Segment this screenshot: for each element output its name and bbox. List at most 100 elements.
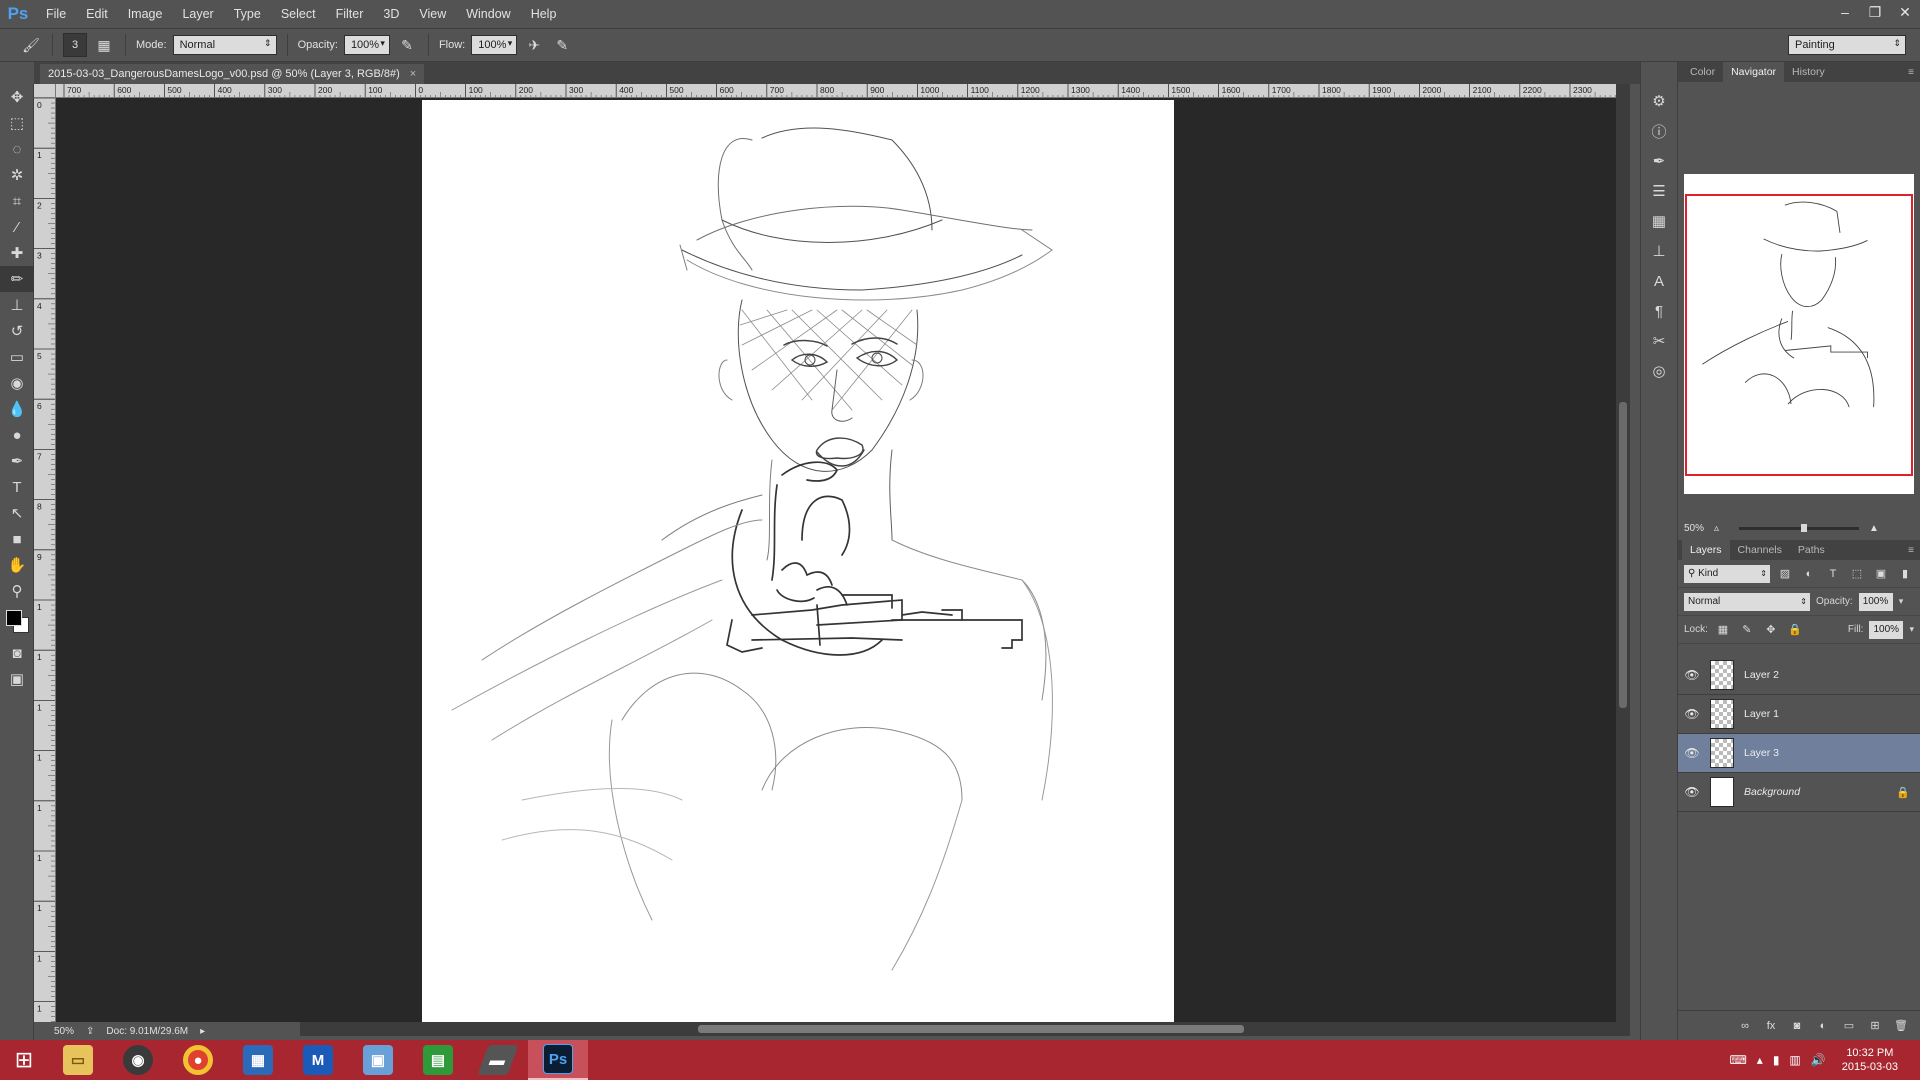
layer-name[interactable]: Layer 3 xyxy=(1744,747,1920,759)
visibility-eye-icon[interactable]: 👁 xyxy=(1678,785,1706,799)
lock-all-icon[interactable]: 🔒 xyxy=(1786,621,1804,639)
visibility-eye-icon[interactable]: 👁 xyxy=(1678,668,1706,682)
layer-row[interactable]: 👁 Background 🔒 xyxy=(1678,773,1920,812)
dropdown-arrow-icon[interactable]: ▾ xyxy=(508,38,513,49)
lasso-tool-icon[interactable]: ◌ xyxy=(0,136,34,162)
pen-tool-icon[interactable]: ✒ xyxy=(0,448,34,474)
power-icon[interactable]: ▮ xyxy=(1773,1053,1780,1067)
navigator-zoom-slider[interactable] xyxy=(1739,523,1860,532)
menu-type[interactable]: Type xyxy=(224,0,271,28)
layer-name[interactable]: Layer 1 xyxy=(1744,708,1920,720)
dropdown-arrow-icon[interactable]: ▾ xyxy=(1899,596,1904,607)
media-player-icon[interactable]: ◉ xyxy=(108,1040,168,1080)
menu-image[interactable]: Image xyxy=(118,0,173,28)
type-tool-icon[interactable]: T xyxy=(0,474,34,500)
clone-source-panel-icon[interactable]: ⊥ xyxy=(1641,236,1677,266)
brush-presets-panel-icon[interactable]: ✒ xyxy=(1641,146,1677,176)
shape-filter-icon[interactable]: ⬚ xyxy=(1848,565,1866,583)
canvas-area[interactable] xyxy=(56,98,1630,1022)
paint-bucket-tool-icon[interactable]: ◉ xyxy=(0,370,34,396)
layer-row-selected[interactable]: 👁 Layer 3 xyxy=(1678,734,1920,773)
brush-panel-toggle-icon[interactable]: ▦ xyxy=(93,34,115,56)
tab-paths[interactable]: Paths xyxy=(1790,540,1833,560)
malwarebytes-icon[interactable]: M xyxy=(288,1040,348,1080)
visibility-eye-icon[interactable]: 👁 xyxy=(1678,746,1706,760)
photoshop-taskbar-button[interactable]: Ps xyxy=(528,1040,588,1080)
delete-layer-icon[interactable]: 🗑 xyxy=(1892,1017,1910,1035)
layer-filter-kind[interactable]: ⚲ Kind ⇕ xyxy=(1684,564,1770,583)
horizontal-scroll-thumb[interactable] xyxy=(698,1025,1244,1033)
healing-brush-tool-icon[interactable]: ✚ xyxy=(0,240,34,266)
blur-tool-icon[interactable]: 💧 xyxy=(0,396,34,422)
tab-channels[interactable]: Channels xyxy=(1730,540,1790,560)
calculator-icon[interactable]: ▤ xyxy=(408,1040,468,1080)
rectangle-tool-icon[interactable]: ■ xyxy=(0,526,34,552)
adjustment-filter-icon[interactable]: ◐ xyxy=(1800,565,1818,583)
tab-history[interactable]: History xyxy=(1784,62,1833,82)
layer-name[interactable]: Background xyxy=(1744,786,1896,798)
control-panel-icon[interactable]: ▦ xyxy=(228,1040,288,1080)
marquee-tool-icon[interactable]: ⬚ xyxy=(0,110,34,136)
info-panel-icon[interactable]: ⓘ xyxy=(1641,116,1677,146)
tablet-app-icon[interactable]: ▬ xyxy=(468,1040,528,1080)
layer-style-icon[interactable]: fx xyxy=(1762,1017,1780,1035)
layer-row[interactable]: 👁 Layer 2 xyxy=(1678,656,1920,695)
menu-select[interactable]: Select xyxy=(271,0,326,28)
eraser-tool-icon[interactable]: ▭ xyxy=(0,344,34,370)
tab-layers[interactable]: Layers xyxy=(1682,540,1730,560)
layer-name[interactable]: Layer 2 xyxy=(1744,669,1920,681)
foreground-color-swatch[interactable] xyxy=(6,610,22,626)
swatches-panel-icon[interactable]: ▦ xyxy=(1641,206,1677,236)
volume-icon[interactable]: 🔊 xyxy=(1811,1053,1826,1067)
panel-menu-icon[interactable]: ≡ xyxy=(1908,67,1920,78)
smart-object-filter-icon[interactable]: ▣ xyxy=(1872,565,1890,583)
pressure-size-icon[interactable]: ✎ xyxy=(551,34,573,56)
move-tool-icon[interactable]: ✥ xyxy=(0,84,34,110)
brush-panel-icon[interactable]: ☰ xyxy=(1641,176,1677,206)
layer-opacity-input[interactable]: 100% xyxy=(1858,592,1893,611)
vertical-scrollbar[interactable] xyxy=(1616,84,1630,1022)
document-canvas[interactable] xyxy=(422,100,1174,1022)
path-selection-tool-icon[interactable]: ↖ xyxy=(0,500,34,526)
status-menu-arrow-icon[interactable]: ▸ xyxy=(200,1026,205,1037)
opacity-input[interactable]: 100% ▾ xyxy=(343,35,390,55)
keyboard-icon[interactable]: ⌨ xyxy=(1729,1053,1746,1067)
menu-help[interactable]: Help xyxy=(521,0,567,28)
close-button[interactable]: ✕ xyxy=(1890,0,1920,24)
zoom-level[interactable]: 50% xyxy=(54,1026,74,1037)
new-layer-icon[interactable]: ⊞ xyxy=(1866,1017,1884,1035)
navigator-view-box[interactable] xyxy=(1685,194,1913,476)
show-hidden-icons-icon[interactable]: ▴ xyxy=(1757,1053,1763,1067)
navigator-zoom-value[interactable]: 50% xyxy=(1684,523,1704,534)
blend-mode-select[interactable]: Normal ⇕ xyxy=(1684,592,1810,611)
navigator-preview[interactable] xyxy=(1684,174,1914,494)
menu-view[interactable]: View xyxy=(409,0,456,28)
filter-toggle-icon[interactable]: ▮ xyxy=(1896,565,1914,583)
pixel-filter-icon[interactable]: ▨ xyxy=(1776,565,1794,583)
minimize-button[interactable]: – xyxy=(1830,0,1860,24)
quick-mask-icon[interactable]: ◙ xyxy=(0,640,34,666)
adjustment-layer-icon[interactable]: ◐ xyxy=(1814,1017,1832,1035)
menu-edit[interactable]: Edit xyxy=(76,0,118,28)
network-manager-icon[interactable]: ▣ xyxy=(348,1040,408,1080)
add-mask-icon[interactable]: ◙ xyxy=(1788,1017,1806,1035)
layer-row[interactable]: 👁 Layer 1 xyxy=(1678,695,1920,734)
zoom-in-icon[interactable]: ▲ xyxy=(1869,523,1879,534)
brush-size-picker[interactable]: 3 xyxy=(63,33,87,57)
lock-image-icon[interactable]: ✎ xyxy=(1738,621,1756,639)
dropdown-arrow-icon[interactable]: ▾ xyxy=(380,38,385,49)
fill-input[interactable]: 100% xyxy=(1869,620,1904,639)
horizontal-scrollbar[interactable] xyxy=(300,1022,1630,1036)
clone-stamp-tool-icon[interactable]: ⊥ xyxy=(0,292,34,318)
brush-tool-preset-icon[interactable]: 🖌 xyxy=(20,34,42,56)
visibility-eye-icon[interactable]: 👁 xyxy=(1678,707,1706,721)
dropdown-arrow-icon[interactable]: ▾ xyxy=(1909,624,1914,635)
menu-filter[interactable]: Filter xyxy=(326,0,374,28)
windows-start-icon[interactable]: ⊞ xyxy=(0,1040,48,1080)
type-filter-icon[interactable]: T xyxy=(1824,565,1842,583)
clock[interactable]: 10:32 PM 2015-03-03 xyxy=(1842,1046,1898,1074)
libraries-panel-icon[interactable]: ◎ xyxy=(1641,356,1677,386)
network-icon[interactable]: ▥ xyxy=(1789,1053,1800,1067)
paragraph-panel-icon[interactable]: ¶ xyxy=(1641,296,1677,326)
eyedropper-tool-icon[interactable]: ⁄ xyxy=(0,214,34,240)
